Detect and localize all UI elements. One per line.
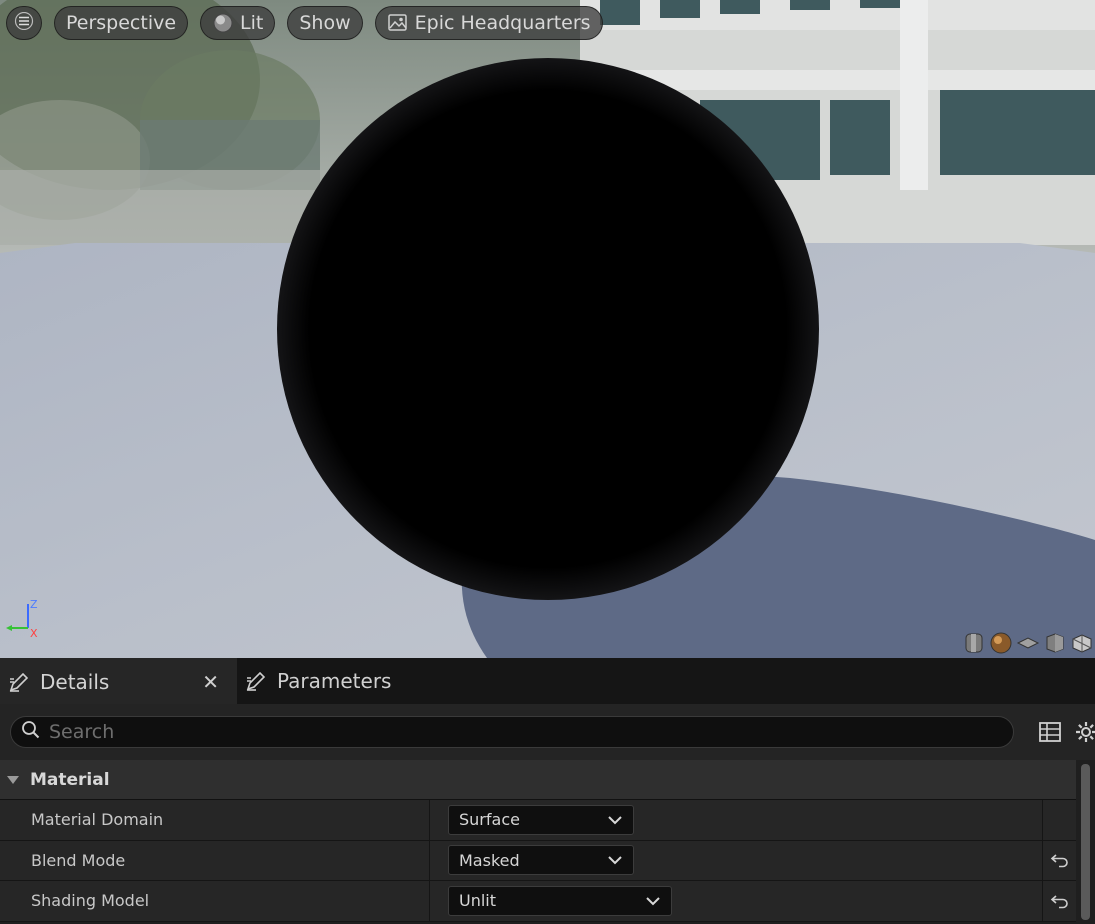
- chevron-down-icon: [645, 896, 661, 906]
- reset-placeholder: [1043, 800, 1076, 840]
- axis-x-label: X: [30, 627, 38, 640]
- category-label: Material: [30, 769, 110, 790]
- blend-mode-dropdown[interactable]: Masked: [448, 845, 634, 876]
- environment-label: Epic Headquarters: [414, 12, 591, 34]
- axis-z-label: Z: [30, 598, 38, 611]
- property-row-material-domain: Material Domain Surface: [0, 800, 1076, 841]
- cylinder-icon[interactable]: [960, 630, 987, 656]
- scrollbar-thumb[interactable]: [1081, 764, 1090, 920]
- tab-parameters[interactable]: Parameters: [237, 658, 417, 704]
- preview-shape-selector: [960, 630, 1095, 656]
- viewport-menu-button[interactable]: [6, 6, 42, 40]
- material-domain-dropdown[interactable]: Surface: [448, 804, 634, 835]
- close-icon[interactable]: ✕: [202, 670, 219, 694]
- view-mode-label: Perspective: [66, 12, 177, 34]
- property-row-shading-model: Shading Model Unlit: [0, 881, 1076, 922]
- axis-gizmo: Z X: [4, 596, 44, 640]
- material-preview-viewport[interactable]: Perspective Lit Show Epic Headquarters Z…: [0, 0, 1095, 658]
- collapse-arrow-icon: [6, 775, 20, 785]
- reset-to-default-icon[interactable]: [1043, 841, 1076, 881]
- settings-gear-icon[interactable]: [1068, 716, 1095, 748]
- edit-pencil-icon: [245, 670, 267, 692]
- tab-details[interactable]: Details ✕: [0, 658, 237, 704]
- search-box[interactable]: [10, 716, 1014, 748]
- dropdown-value: Masked: [459, 850, 520, 870]
- dropdown-value: Surface: [459, 810, 520, 830]
- show-label: Show: [299, 12, 351, 34]
- search-input[interactable]: [49, 721, 949, 743]
- lighting-mode-label: Lit: [240, 12, 264, 34]
- property-value-cell: Masked: [430, 840, 1043, 880]
- preview-sphere: [277, 58, 819, 600]
- vertical-scrollbar[interactable]: [1076, 760, 1095, 924]
- tab-parameters-label: Parameters: [277, 669, 392, 693]
- lit-sphere-icon: [212, 12, 234, 34]
- property-name: Shading Model: [0, 881, 430, 921]
- shading-model-dropdown[interactable]: Unlit: [448, 885, 672, 916]
- image-icon: [387, 13, 409, 33]
- property-name: Material Domain: [0, 800, 430, 840]
- table-view-icon[interactable]: [1032, 716, 1068, 748]
- viewport-toolbar: Perspective Lit Show Epic Headquarters: [6, 6, 615, 40]
- property-row-blend-mode: Blend Mode Masked: [0, 840, 1076, 881]
- show-flags-button[interactable]: Show: [287, 6, 363, 40]
- environment-button[interactable]: Epic Headquarters: [374, 6, 603, 40]
- property-value-cell: Unlit: [430, 881, 1043, 921]
- tab-details-label: Details: [40, 670, 110, 694]
- cube-icon[interactable]: [1041, 630, 1068, 656]
- preview-scene: [0, 0, 1095, 658]
- lighting-mode-button[interactable]: Lit: [200, 6, 276, 40]
- reset-to-default-icon[interactable]: [1043, 881, 1076, 921]
- mesh-icon[interactable]: [1068, 630, 1095, 656]
- search-row: [0, 704, 1095, 760]
- view-mode-button[interactable]: Perspective: [54, 6, 189, 40]
- panel-tab-bar: Details ✕ Parameters: [0, 658, 1095, 704]
- chevron-down-icon: [607, 815, 623, 825]
- property-list: Material Material Domain Surface Blend M…: [0, 760, 1076, 922]
- property-value-cell: Surface: [430, 800, 1043, 840]
- search-tools: [1032, 716, 1095, 748]
- sphere-icon[interactable]: [987, 630, 1014, 656]
- plane-icon[interactable]: [1014, 630, 1041, 656]
- hamburger-icon: [14, 11, 34, 35]
- category-material[interactable]: Material: [0, 760, 1076, 800]
- details-panel: Details ✕ Parameters Search Material Mat…: [0, 658, 1095, 924]
- edit-pencil-icon: [8, 671, 30, 693]
- chevron-down-icon: [607, 855, 623, 865]
- search-icon: [21, 720, 41, 744]
- property-name: Blend Mode: [0, 840, 430, 880]
- dropdown-value: Unlit: [459, 891, 497, 911]
